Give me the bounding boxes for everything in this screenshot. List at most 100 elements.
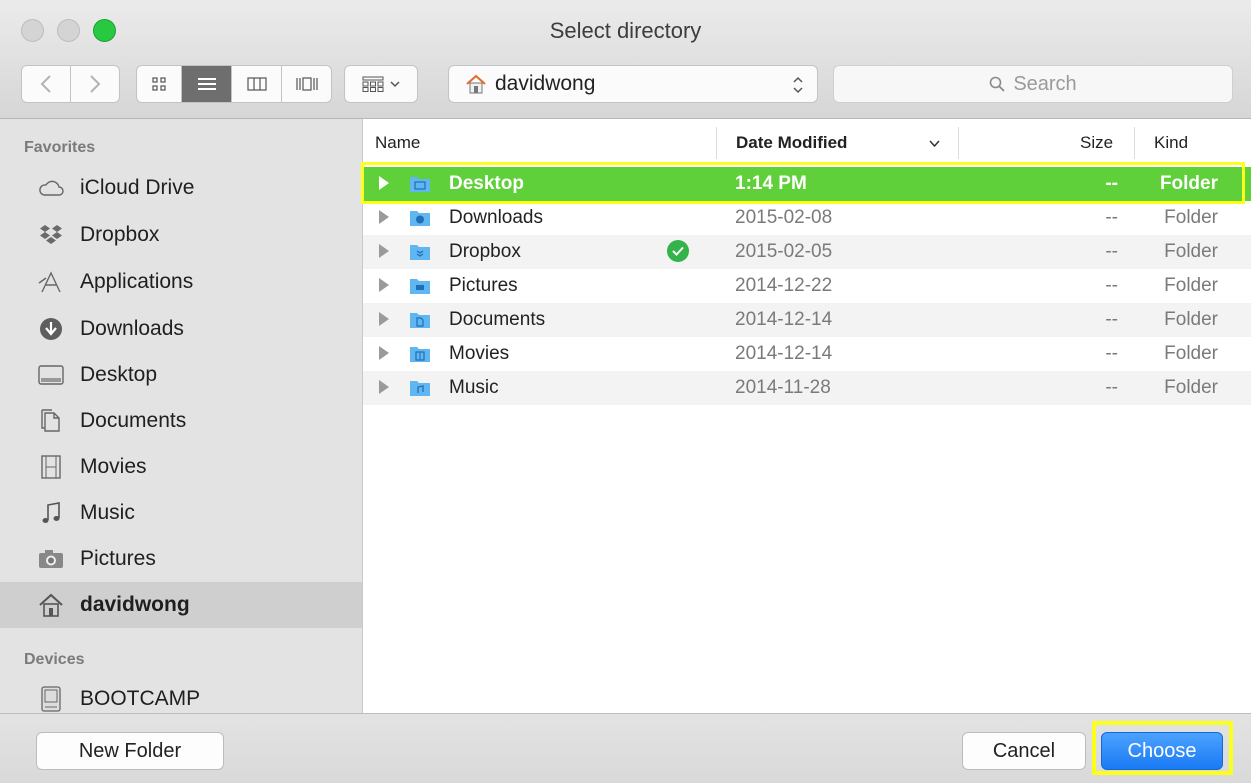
file-kind: Folder (1164, 241, 1218, 262)
documents-icon (38, 408, 64, 434)
file-date: 2015-02-08 (735, 207, 833, 228)
sidebar-item-pictures[interactable]: Pictures (0, 536, 362, 582)
sidebar-item-music[interactable]: Music (0, 490, 362, 536)
titlebar: Select directory davidwong Search (0, 0, 1251, 119)
sidebar-item-bootcamp[interactable]: BOOTCAMP (0, 676, 362, 713)
file-kind: Folder (1159, 173, 1218, 194)
file-size: -- (1105, 343, 1118, 364)
back-button[interactable] (22, 66, 71, 102)
table-row[interactable]: Documents 2014-12-14 -- Folder (363, 303, 1251, 337)
disclosure-triangle-icon[interactable] (379, 244, 389, 258)
table-row[interactable]: Movies 2014-12-14 -- Folder (363, 337, 1251, 371)
select-directory-dialog: Select directory davidwong Search Favori… (0, 0, 1251, 783)
disclosure-triangle-icon[interactable] (379, 380, 389, 394)
column-kind[interactable]: Kind (1154, 133, 1188, 153)
column-date-modified[interactable]: Date Modified (736, 133, 847, 153)
disclosure-triangle-icon[interactable] (379, 346, 389, 360)
file-size: -- (1105, 241, 1118, 262)
downloads-icon (38, 316, 64, 342)
coverflow-icon (295, 77, 318, 91)
list-view-button[interactable] (182, 66, 232, 102)
table-row[interactable]: Downloads 2015-02-08 -- Folder (363, 201, 1251, 235)
sort-chevron-down-icon (929, 140, 940, 148)
file-size: -- (1105, 173, 1118, 194)
column-name[interactable]: Name (375, 133, 420, 153)
navigation-buttons (21, 65, 120, 103)
sidebar-item-label: Music (80, 501, 135, 524)
file-date: 2014-12-22 (735, 275, 833, 296)
desktop-icon (38, 362, 64, 388)
cancel-button[interactable]: Cancel (962, 732, 1086, 770)
chevron-left-icon (40, 75, 51, 93)
sidebar-item-label: BOOTCAMP (80, 687, 201, 710)
coverflow-view-button[interactable] (282, 66, 331, 102)
home-icon (38, 592, 64, 618)
sidebar-item-label: davidwong (80, 593, 190, 616)
sidebar-item-downloads[interactable]: Downloads (0, 306, 362, 352)
chevron-down-icon (390, 80, 400, 87)
search-icon (990, 76, 1005, 92)
column-view-button[interactable] (232, 66, 282, 102)
file-name: Pictures (449, 275, 518, 296)
icon-view-button[interactable] (137, 66, 182, 102)
sidebar-item-dropbox[interactable]: Dropbox (0, 212, 362, 258)
file-name: Documents (449, 309, 546, 330)
search-field[interactable]: Search (833, 65, 1233, 103)
sync-check-icon (667, 240, 689, 262)
file-name: Dropbox (449, 241, 521, 262)
folder-music-icon (410, 381, 430, 396)
table-row[interactable]: Pictures 2014-12-22 -- Folder (363, 269, 1251, 303)
file-kind: Folder (1164, 275, 1218, 296)
bottom-bar: New Folder Cancel Choose (0, 713, 1251, 783)
table-row[interactable]: Dropbox 2015-02-05 -- Folder (363, 235, 1251, 269)
column-size[interactable]: Size (1080, 133, 1113, 153)
sidebar-item-desktop[interactable]: Desktop (0, 352, 362, 398)
new-folder-button[interactable]: New Folder (36, 732, 224, 770)
dropbox-icon (38, 222, 64, 248)
file-size: -- (1105, 377, 1118, 398)
file-size: -- (1105, 275, 1118, 296)
sidebar-item-label: Pictures (80, 547, 156, 570)
column-separator (716, 127, 717, 159)
file-kind: Folder (1164, 343, 1218, 364)
arrange-dropdown[interactable] (344, 65, 418, 103)
chevron-right-icon (90, 75, 101, 93)
file-date: 2014-11-28 (735, 377, 831, 398)
disclosure-triangle-icon[interactable] (379, 176, 389, 190)
forward-button[interactable] (70, 66, 119, 102)
cloud-icon (38, 175, 64, 201)
applications-icon (38, 269, 64, 295)
sidebar-item-icloud-drive[interactable]: iCloud Drive (0, 165, 362, 211)
column-header: Name Date Modified Size Kind (363, 119, 1251, 168)
disclosure-triangle-icon[interactable] (379, 278, 389, 292)
sidebar-item-label: Desktop (80, 363, 158, 386)
sidebar-item-label: iCloud Drive (80, 176, 195, 199)
column-separator (1134, 127, 1135, 159)
file-size: -- (1105, 207, 1118, 228)
sidebar-item-applications[interactable]: Applications (0, 259, 362, 305)
sidebar-item-label: Documents (80, 409, 187, 432)
arrange-icon (362, 76, 384, 92)
updown-chevron-icon (793, 76, 803, 94)
favorites-header: Favorites (24, 139, 96, 156)
choose-button[interactable]: Choose (1101, 732, 1223, 770)
table-row[interactable]: Desktop 1:14 PM -- Folder (363, 167, 1251, 201)
sidebar-item-movies[interactable]: Movies (0, 444, 362, 490)
folder-documents-icon (410, 313, 430, 328)
file-date: 2015-02-05 (735, 241, 833, 262)
sidebar-item-label: Applications (80, 270, 194, 293)
file-kind: Folder (1164, 309, 1218, 330)
folder-desktop-icon (410, 177, 430, 192)
sidebar-item-davidwong[interactable]: davidwong (0, 582, 362, 628)
table-row[interactable]: Music 2014-11-28 -- Folder (363, 371, 1251, 405)
window-title: Select directory (549, 18, 702, 43)
disclosure-triangle-icon[interactable] (379, 312, 389, 326)
disclosure-triangle-icon[interactable] (379, 210, 389, 224)
path-popup[interactable]: davidwong (448, 65, 818, 103)
folder-movies-icon (410, 347, 430, 362)
file-date: 2014-12-14 (735, 309, 833, 330)
folder-downloads-icon (410, 211, 430, 226)
drive-icon (38, 686, 64, 712)
sidebar-item-documents[interactable]: Documents (0, 398, 362, 444)
folder-dropbox-icon (410, 245, 430, 260)
